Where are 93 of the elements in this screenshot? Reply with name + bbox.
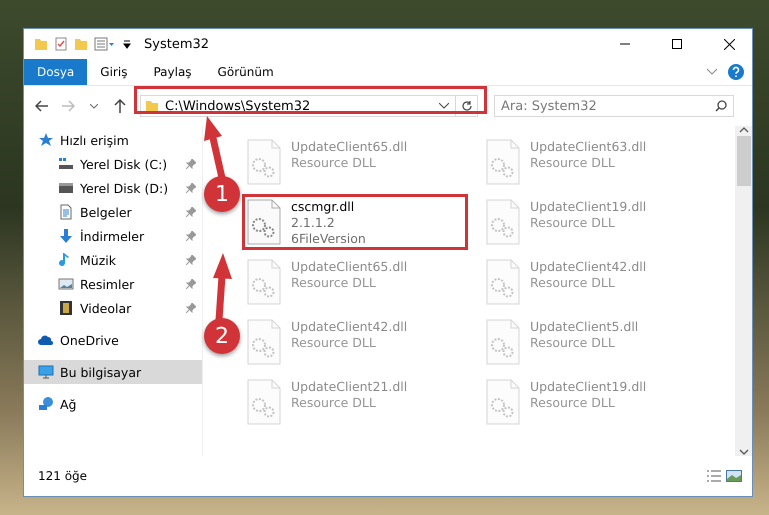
file-name: UpdateClient63.dll xyxy=(530,139,646,155)
chevron-down-icon xyxy=(90,104,98,108)
nav-item[interactable]: İndirmeler xyxy=(24,224,202,248)
scroll-bar[interactable] xyxy=(735,126,752,456)
file-detail: Resource DLL xyxy=(291,395,377,411)
dll-file-icon xyxy=(247,139,281,185)
dll-file-icon xyxy=(486,259,520,305)
dll-file-icon xyxy=(247,379,281,425)
dll-file-icon xyxy=(486,139,520,185)
up-arrow-icon xyxy=(114,99,126,113)
nav-item[interactable]: Ağ xyxy=(24,392,202,416)
close-icon xyxy=(724,38,734,50)
pictures-icon xyxy=(58,276,74,292)
nav-label: Yerel Disk (C:) xyxy=(80,156,168,172)
window-title: System32 xyxy=(144,36,210,52)
star-icon xyxy=(38,132,54,148)
nav-item[interactable]: Bu bilgisayar xyxy=(24,360,202,384)
ribbon-tab[interactable]: Giriş xyxy=(87,59,140,85)
nav-label: Yerel Disk (D:) xyxy=(80,180,170,196)
minimize-icon xyxy=(620,43,630,45)
nav-label: Belgeler xyxy=(80,204,133,220)
dll-file-icon xyxy=(247,319,281,365)
dll-file-icon xyxy=(247,199,281,245)
ribbon-tab[interactable]: Dosya xyxy=(24,59,88,85)
nav-label: Resimler xyxy=(80,276,136,292)
properties-icon[interactable] xyxy=(94,37,116,51)
nav-label: İndirmeler xyxy=(80,228,146,244)
ribbon-tab[interactable]: Paylaş xyxy=(140,59,205,85)
computer-icon xyxy=(38,364,54,380)
address-field[interactable]: C:\Windows\System32 xyxy=(140,95,478,117)
file-detail: Resource DLL xyxy=(530,275,616,291)
checklist-icon[interactable] xyxy=(54,37,68,51)
dll-file-icon xyxy=(486,319,520,365)
dll-file-icon xyxy=(247,259,281,305)
chevron-down-icon[interactable] xyxy=(439,103,449,109)
picture-icon xyxy=(726,469,742,483)
file-name: UpdateClient65.dll xyxy=(291,139,408,155)
list-icon xyxy=(706,469,722,483)
nav-item[interactable]: Belgeler xyxy=(24,200,202,224)
maximize-icon xyxy=(672,39,682,49)
ribbon-tab[interactable]: Görünüm xyxy=(204,59,287,85)
forward-arrow-icon xyxy=(61,100,75,112)
nav-label: Bu bilgisayar xyxy=(60,364,142,380)
file-item[interactable]: cscmgr.dll 2.1.1.2 6FileVersion xyxy=(242,194,468,250)
download-icon xyxy=(58,228,74,244)
dll-file-icon xyxy=(486,379,520,425)
drive-icon xyxy=(58,180,74,196)
nav-label: Videolar xyxy=(80,300,132,316)
refresh-icon xyxy=(460,100,472,112)
nav-item[interactable]: Yerel Disk (D:) xyxy=(24,176,202,200)
details-view-button[interactable] xyxy=(704,469,724,483)
dll-file-icon xyxy=(486,199,520,245)
file-name: UpdateClient42.dll xyxy=(530,259,646,275)
file-name: UpdateClient19.dll xyxy=(530,379,646,395)
file-detail: Resource DLL xyxy=(530,155,616,171)
nav-item[interactable]: Videolar xyxy=(24,296,202,320)
nav-label: OneDrive xyxy=(60,332,120,348)
file-detail: Resource DLL xyxy=(291,155,377,171)
network-icon xyxy=(38,396,54,412)
file-detail: Resource DLL xyxy=(530,395,616,411)
search-placeholder: Ara: System32 xyxy=(501,98,598,114)
search-icon xyxy=(715,100,727,112)
nav-item[interactable]: OneDrive xyxy=(24,328,202,352)
videos-icon xyxy=(58,300,74,316)
help-icon[interactable] xyxy=(728,64,744,80)
file-name: UpdateClient65.dll xyxy=(291,259,408,275)
file-detail: Resource DLL xyxy=(291,335,377,351)
nav-label: Ağ xyxy=(60,396,78,412)
file-name: cscmgr.dll xyxy=(291,199,356,215)
item-count: 121 öğe xyxy=(38,469,88,483)
large-icons-view-button[interactable] xyxy=(724,469,744,483)
nav-item[interactable]: Müzik xyxy=(24,248,202,272)
file-detail: Resource DLL xyxy=(530,335,616,351)
back-arrow-icon xyxy=(35,100,49,112)
address-path: C:\Windows\System32 xyxy=(165,98,312,114)
expand-ribbon-icon[interactable] xyxy=(706,68,718,76)
search-field[interactable]: Ara: System32 xyxy=(494,95,734,117)
nav-item[interactable]: Yerel Disk (C:) xyxy=(24,152,202,176)
file-name: UpdateClient19.dll xyxy=(530,199,646,215)
nav-item[interactable]: Hızlı erişim xyxy=(24,128,202,152)
nav-item[interactable]: Resimler xyxy=(24,272,202,296)
file-detail: Resource DLL xyxy=(530,215,616,231)
file-detail: Resource DLL xyxy=(291,275,377,291)
file-name: UpdateClient21.dll xyxy=(291,379,408,395)
file-detail: 6FileVersion xyxy=(291,231,366,247)
documents-icon xyxy=(58,204,74,220)
nav-label: Müzik xyxy=(80,252,117,268)
folder-icon xyxy=(145,99,159,113)
file-name: UpdateClient5.dll xyxy=(530,319,638,335)
nav-label: Hızlı erişim xyxy=(60,132,130,148)
file-name: UpdateClient42.dll xyxy=(291,319,408,335)
system-drive-icon xyxy=(58,156,74,172)
file-detail: 2.1.1.2 xyxy=(291,215,336,231)
